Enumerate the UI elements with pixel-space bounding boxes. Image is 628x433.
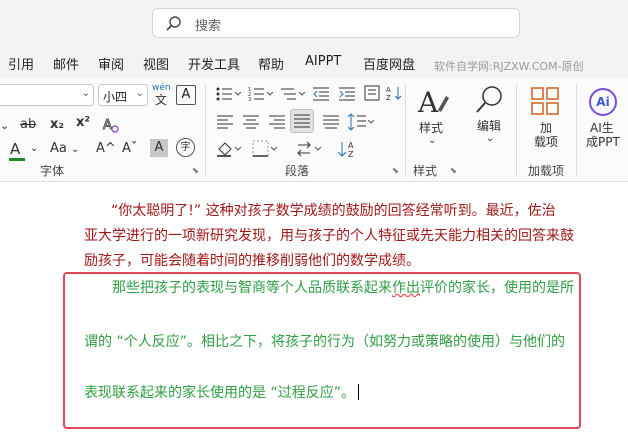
increase-indent-icon[interactable] [338,86,356,102]
phonetic-guide-top[interactable]: wén [152,84,171,93]
red-paragraph-line-1: “你太聪明了!” 这种对孩子数学成绩的鼓励的回答经常听到。最近，佐治 [111,203,556,219]
ai-ppt-button-line1[interactable]: AI生 [590,122,614,134]
borders-icon[interactable] [252,140,280,158]
group-divider [205,84,206,176]
styles-button[interactable]: 样式 [419,122,443,134]
styles-group-label: 样式 [413,164,438,178]
tab-help[interactable]: 帮助 [258,54,284,73]
justify-button[interactable] [290,109,314,133]
font-color-swatch [9,158,25,161]
ai-ppt-icon[interactable]: Ai [589,88,617,116]
chevron-down-icon[interactable]: ⌄ [486,134,494,144]
styles-dialog-launcher-icon[interactable]: ⬊ [450,166,457,175]
tab-developer[interactable]: 开发工具 [188,54,240,73]
decrease-indent-icon[interactable] [312,86,330,102]
title-bar: 搜索 [0,0,628,46]
paragraph-group-label: 段落 [285,164,310,178]
text-effects-icon[interactable]: A [102,116,120,137]
ai-ppt-button-line2[interactable]: 成PPT [586,136,620,148]
group-divider [576,84,577,176]
subscript-button[interactable]: x₂ [50,118,64,131]
styles-icon[interactable]: A [416,86,450,118]
font-color-button[interactable]: A [10,142,20,157]
green-paragraph-line-1: 那些把孩子的表现与智商等个人品质联系起来作出评价的家长，使用的是所 [112,277,574,297]
find-magnifier-icon[interactable] [474,84,506,116]
show-marks-icon[interactable]: AZ [338,139,364,159]
phonetic-guide-icon[interactable]: 文 [155,94,167,106]
change-case-label: Aa [50,141,67,156]
paragraph-dialog-launcher-icon[interactable]: ⬊ [392,166,399,175]
chevron-down-icon: ⌄ [135,88,144,99]
align-right-icon[interactable] [268,114,286,130]
tab-references[interactable]: 引用 [8,54,34,73]
text-direction-icon[interactable] [296,140,324,158]
svg-text:Z: Z [386,94,391,101]
multilevel-list-icon[interactable] [280,86,306,102]
align-left-icon[interactable] [216,114,234,130]
grow-font-button[interactable]: A^ [96,142,116,155]
svg-text:A: A [348,141,354,150]
char-shading-button[interactable]: A [150,139,168,157]
sort-icon[interactable]: AZ [386,85,402,101]
ribbon: ⌄ 小四 ⌄ wén 文 A ⌄ ab x₂ x² A A ⌄ Aa ⌄ A^ … [0,78,628,182]
search-placeholder: 搜索 [195,19,222,34]
addins-grid-icon[interactable] [530,86,560,116]
group-divider [516,84,517,176]
addins-button-line1[interactable]: 加 [540,122,552,134]
search-box[interactable]: 搜索 [152,8,520,38]
shading-icon[interactable] [216,140,244,158]
group-divider [405,84,406,176]
green-line1-before: 那些把孩子的表现与智商等个人品质联系起来 [112,280,392,296]
search-icon [165,15,183,33]
numbering-icon[interactable]: 123 [248,86,274,102]
svg-text:Z: Z [348,150,354,159]
addins-button-line2[interactable]: 载项 [534,136,558,148]
svg-text:A: A [103,118,112,133]
chevron-down-icon[interactable]: ⌄ [30,144,38,154]
tab-aippt[interactable]: AIPPT [305,54,341,69]
tab-review[interactable]: 审阅 [98,54,124,73]
green-paragraph-line-2: 谓的 “个人反应”。相比之下，将孩子的行为（如努力或策略的使用）与他们的 [84,334,565,350]
green-line1-after: 评价的家长，使用的是所 [420,280,574,296]
chinese-layout-icon[interactable] [364,85,380,101]
font-group-label: 字体 [40,164,65,178]
font-color-letter: A [10,140,21,158]
svg-text:3: 3 [248,97,251,102]
enclose-char-button[interactable]: 字 [176,138,195,157]
menu-tabs: 引用 邮件 审阅 视图 开发工具 帮助 AIPPT 百度网盘 软件自学网:RJZ… [0,46,628,78]
chevron-down-icon: ⌄ [81,88,90,99]
distributed-align-icon[interactable] [322,114,340,130]
superscript-button[interactable]: x² [76,116,90,129]
bullets-icon[interactable] [216,86,242,102]
strikethrough-button[interactable]: ab [20,118,36,131]
addins-group-label: 加载项 [528,164,565,178]
chevron-down-icon[interactable]: ⌄ [428,136,436,146]
change-case-button[interactable]: Aa ⌄ [50,142,79,155]
clear-format-icon[interactable]: A [176,85,196,105]
red-paragraph-line-2: 亚大学进行的一项新研究发现，用与孩子的个人特征或先天能力相关的回答来鼓 [84,228,574,244]
font-size-value: 小四 [103,90,128,104]
text-cursor [357,384,359,400]
editing-button[interactable]: 编辑 [477,120,501,132]
align-center-icon[interactable] [242,114,260,130]
green-paragraph-line-3: 表现联系起来的家长使用的是 “过程反应”。 [84,382,359,402]
svg-text:A: A [417,86,439,118]
shrink-font-button[interactable]: Aˇ [122,142,137,155]
line-spacing-icon[interactable] [348,113,374,131]
tab-baidu-netdisk[interactable]: 百度网盘 [363,54,415,73]
underline-chevron-icon[interactable]: ⌄ [0,120,9,131]
tab-mailings[interactable]: 邮件 [53,54,79,73]
spelling-flag[interactable]: 作出 [392,280,420,296]
font-dialog-launcher-icon[interactable]: ⬊ [192,166,199,175]
red-paragraph-line-3: 励孩子，可能会随着时间的推移削弱他们的数学成绩。 [84,253,420,269]
watermark-text: 软件自学网:RJZXW.COM-原创 [434,60,584,73]
svg-text:A: A [386,86,391,94]
justify-icon [294,114,310,128]
green-line3-text: 表现联系起来的家长使用的是 “过程反应”。 [84,385,355,401]
font-name-combo[interactable]: ⌄ [0,84,94,106]
font-size-combo[interactable]: 小四 ⌄ [98,84,148,106]
tab-view[interactable]: 视图 [143,54,169,73]
